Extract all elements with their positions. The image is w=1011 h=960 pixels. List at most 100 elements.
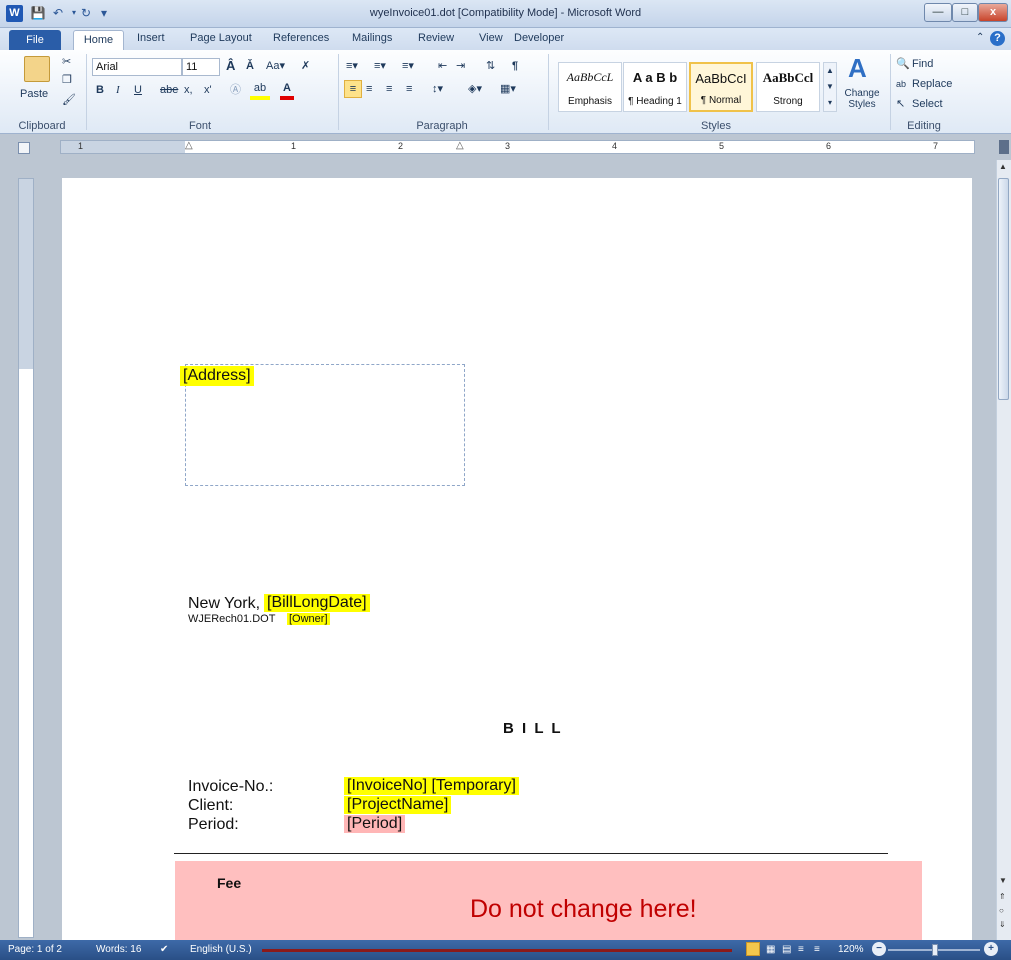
paragraph-group-label: Paragraph <box>416 120 468 132</box>
address-field[interactable]: [Address] <box>180 366 254 386</box>
text-effects-icon[interactable]: Ⓐ <box>230 82 241 98</box>
replace-icon[interactable]: ab <box>896 76 906 92</box>
font-color-icon[interactable]: A <box>280 80 294 100</box>
sort-icon[interactable]: ⇅ <box>486 58 495 74</box>
find-icon[interactable]: 🔍 <box>896 56 910 72</box>
full-screen-reading-icon[interactable]: ▦ <box>766 944 775 955</box>
show-formatting-button[interactable]: ¶ <box>512 58 518 74</box>
style-normal[interactable]: AaBbCcI ¶ Normal <box>689 62 753 112</box>
minimize-button[interactable]: — <box>924 3 952 22</box>
fee-label: Fee <box>217 875 242 891</box>
next-page-icon[interactable]: ⇓ <box>999 920 1006 929</box>
underline-button[interactable]: U <box>134 82 142 98</box>
replace-button[interactable]: Replace <box>912 76 952 92</box>
web-layout-icon[interactable]: ▤ <box>782 944 791 955</box>
page-count[interactable]: Page: 1 of 2 <box>8 944 62 955</box>
change-styles-icon[interactable]: A <box>848 54 867 82</box>
maximize-button[interactable]: □ <box>952 3 978 22</box>
bill-long-date-field[interactable]: [BillLongDate] <box>264 594 370 612</box>
change-case-icon[interactable]: Aa▾ <box>266 58 285 74</box>
zoom-in-icon[interactable]: + <box>984 942 998 956</box>
project-name-field[interactable]: [ProjectName] <box>344 796 452 814</box>
cut-icon[interactable]: ✂ <box>62 54 71 70</box>
horizontal-ruler[interactable] <box>60 140 975 154</box>
language-indicator[interactable]: English (U.S.) <box>190 944 252 955</box>
style-heading-1-name: ¶ Heading 1 <box>628 96 682 107</box>
bullets-icon[interactable]: ≡▾ <box>346 58 358 74</box>
tab-insert[interactable]: Insert <box>137 32 165 44</box>
style-heading-1[interactable]: A a B b ¶ Heading 1 <box>623 62 687 112</box>
paste-button[interactable]: Paste <box>20 86 48 102</box>
superscript-button[interactable]: x' <box>204 82 212 98</box>
justify-icon[interactable]: ≡ <box>406 81 412 97</box>
tab-stop-icon[interactable]: △ <box>456 140 464 151</box>
shading-icon[interactable]: ◈▾ <box>468 81 482 97</box>
ribbon: Paste ✂ ❐ 🖌 Clipboard Arial 11 Â Ǎ Aa▾… <box>0 50 1011 134</box>
ruler-mark: 1 <box>291 141 297 151</box>
grow-font-icon[interactable]: Â <box>226 58 235 74</box>
tab-view[interactable]: View <box>479 32 503 44</box>
document-page[interactable]: [Address] New York, [BillLongDate] WJERe… <box>62 178 972 940</box>
tab-references[interactable]: References <box>273 32 329 44</box>
strikethrough-button[interactable]: abe <box>160 82 178 98</box>
format-painter-icon[interactable]: 🖌 <box>62 92 76 108</box>
tab-review[interactable]: Review <box>418 32 454 44</box>
view-ruler-icon[interactable] <box>999 140 1009 154</box>
subscript-button[interactable]: x, <box>184 82 193 98</box>
zoom-slider-thumb[interactable] <box>932 944 938 956</box>
italic-button[interactable]: I <box>116 82 120 98</box>
zoom-level[interactable]: 120% <box>838 944 864 955</box>
style-strong-name: Strong <box>773 96 803 107</box>
help-icon[interactable]: ? <box>990 31 1005 46</box>
select-icon[interactable]: ↖ <box>896 96 905 112</box>
tab-developer[interactable]: Developer <box>514 32 564 44</box>
borders-icon[interactable]: ▦▾ <box>500 81 516 97</box>
styles-scroll-icon[interactable]: ▲ ▼ ▾ <box>823 62 837 112</box>
decrease-indent-icon[interactable]: ⇤ <box>438 58 447 74</box>
multilevel-list-icon[interactable]: ≡▾ <box>402 58 414 74</box>
period-field[interactable]: [Period] <box>344 815 406 833</box>
font-name-combo[interactable]: Arial <box>92 58 182 76</box>
copy-icon[interactable]: ❐ <box>62 72 72 88</box>
invoice-no-field[interactable]: [InvoiceNo] [Temporary] <box>344 777 519 795</box>
align-left-icon[interactable]: ≡ <box>344 80 362 98</box>
scroll-up-icon[interactable]: ▲ <box>999 162 1007 171</box>
print-layout-icon[interactable] <box>746 942 760 956</box>
close-button[interactable]: x <box>978 3 1008 22</box>
previous-page-icon[interactable]: ⇑ <box>999 892 1006 901</box>
find-button[interactable]: Find <box>912 56 933 72</box>
numbering-icon[interactable]: ≡▾ <box>374 58 386 74</box>
zoom-out-icon[interactable]: − <box>872 942 886 956</box>
shrink-font-icon[interactable]: Ǎ <box>246 58 254 74</box>
style-strong-sample: AaBbCcl <box>762 70 814 85</box>
client-label: Client: <box>188 797 234 814</box>
tab-mailings[interactable]: Mailings <box>352 32 392 44</box>
tab-file[interactable]: File <box>9 30 61 50</box>
align-center-icon[interactable]: ≡ <box>366 81 372 97</box>
select-button[interactable]: Select <box>912 96 943 112</box>
style-strong[interactable]: AaBbCcl Strong <box>756 62 820 112</box>
font-size-combo[interactable]: 11 <box>182 58 220 76</box>
outline-icon[interactable]: ≡ <box>798 944 804 955</box>
increase-indent-icon[interactable]: ⇥ <box>456 58 465 74</box>
indent-marker-icon[interactable]: △ <box>185 140 193 151</box>
paste-icon[interactable] <box>24 56 50 82</box>
tab-home[interactable]: Home <box>73 30 124 50</box>
clear-formatting-icon[interactable]: ✗ <box>301 58 310 74</box>
line-spacing-icon[interactable]: ↕▾ <box>432 81 443 97</box>
minimize-ribbon-icon[interactable]: ⌃ <box>976 32 984 43</box>
scroll-down-icon[interactable]: ▼ <box>999 876 1007 885</box>
owner-field[interactable]: [Owner] <box>287 613 330 625</box>
bold-button[interactable]: B <box>96 82 104 98</box>
align-right-icon[interactable]: ≡ <box>386 81 392 97</box>
scroll-thumb[interactable] <box>998 178 1009 400</box>
tab-page-layout[interactable]: Page Layout <box>190 32 252 44</box>
style-emphasis[interactable]: AaBbCcL Emphasis <box>558 62 622 112</box>
word-count[interactable]: Words: 16 <box>96 944 141 955</box>
proofing-icon[interactable]: ✔ <box>160 944 168 955</box>
draft-icon[interactable]: ≡ <box>814 944 820 955</box>
tab-selector-icon[interactable] <box>18 142 30 154</box>
change-styles-button[interactable]: Change Styles <box>842 88 882 110</box>
highlight-color-icon[interactable]: ab <box>250 80 270 100</box>
browse-object-icon[interactable]: ○ <box>999 906 1004 915</box>
